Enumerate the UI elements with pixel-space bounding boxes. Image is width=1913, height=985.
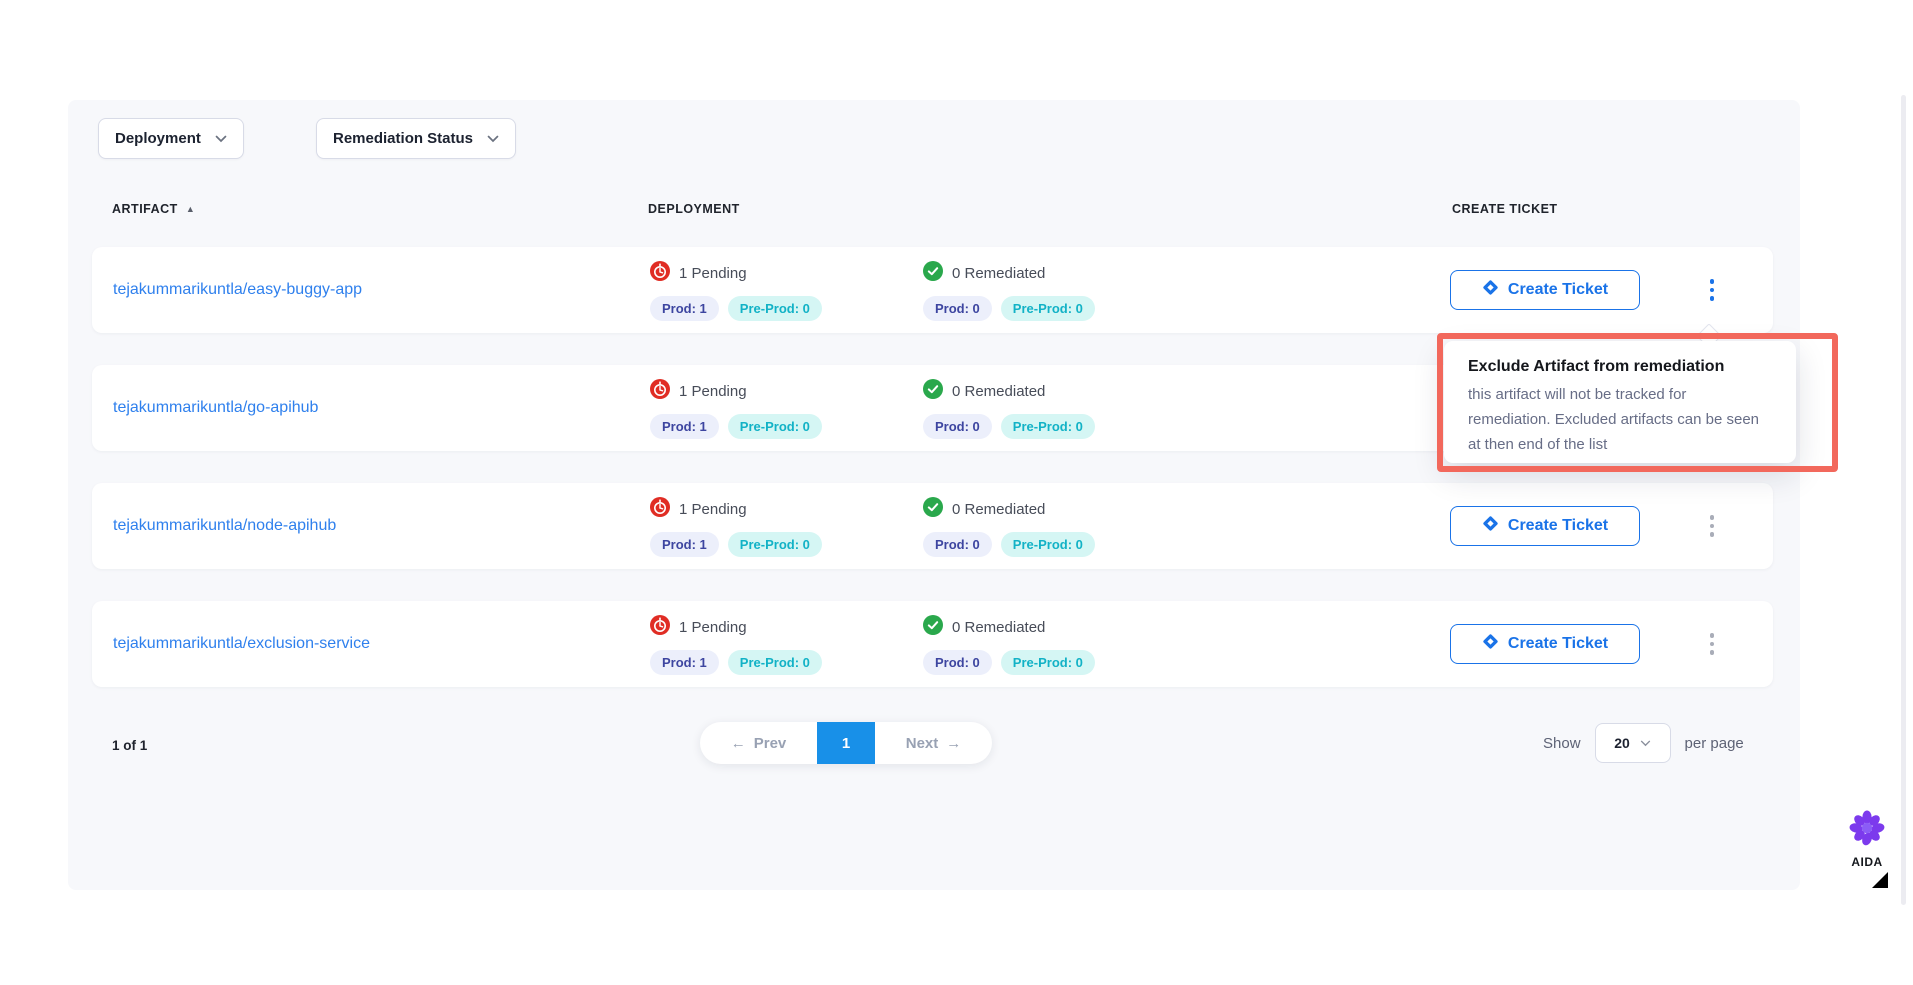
aida-widget[interactable]: AIDA <box>1838 808 1896 869</box>
menu-item-title: Exclude Artifact from remediation <box>1468 358 1772 376</box>
preprod-badge: Pre-Prod: 0 <box>1001 296 1095 321</box>
create-ticket-button[interactable]: Create Ticket <box>1450 506 1640 546</box>
resize-handle-icon[interactable] <box>1872 872 1888 888</box>
per-page-label: per page <box>1685 735 1744 752</box>
chevron-down-icon <box>487 130 499 148</box>
prev-page-button[interactable]: ← Prev <box>700 722 817 764</box>
preprod-badge: Pre-Prod: 0 <box>728 296 822 321</box>
page: Deployment Remediation Status ARTIFACT ▲… <box>0 0 1913 985</box>
pending-timer-icon <box>650 497 670 522</box>
create-ticket-label: Create Ticket <box>1508 517 1608 535</box>
prev-label: Prev <box>754 735 787 752</box>
row-actions-kebab-menu[interactable] <box>1690 268 1734 312</box>
artifact-link[interactable]: tejakummarikuntla/exclusion-service <box>113 601 370 687</box>
preprod-badge: Pre-Prod: 0 <box>728 650 822 675</box>
pending-count-label: 1 Pending <box>679 265 747 282</box>
remediated-count-label: 0 Remediated <box>952 383 1045 400</box>
deployment-filter-label: Deployment <box>115 130 201 147</box>
exclude-artifact-menu-item[interactable]: Exclude Artifact from remediation this a… <box>1444 341 1796 463</box>
pending-count-label: 1 Pending <box>679 383 747 400</box>
pending-timer-icon <box>650 615 670 640</box>
preprod-badge: Pre-Prod: 0 <box>728 532 822 557</box>
show-label: Show <box>1543 735 1581 752</box>
arrow-right-icon: → <box>946 735 961 752</box>
next-label: Next <box>906 735 939 752</box>
remediated-count-label: 0 Remediated <box>952 265 1045 282</box>
pager: ← Prev 1 Next → <box>700 722 992 764</box>
chevron-down-icon <box>1640 734 1651 752</box>
preprod-badge: Pre-Prod: 0 <box>1001 650 1095 675</box>
remediated-check-icon <box>923 379 943 404</box>
artifact-link[interactable]: tejakummarikuntla/go-apihub <box>113 365 318 451</box>
prod-badge: Prod: 0 <box>923 296 992 321</box>
next-page-button[interactable]: Next → <box>875 722 992 764</box>
pending-count-label: 1 Pending <box>679 619 747 636</box>
create-ticket-label: Create Ticket <box>1508 281 1608 299</box>
jira-diamond-icon <box>1482 633 1499 655</box>
remediated-count-label: 0 Remediated <box>952 619 1045 636</box>
table-row: tejakummarikuntla/node-apihub 1 Pending … <box>92 483 1773 569</box>
page-size-dropdown[interactable]: 20 <box>1595 723 1671 763</box>
pending-timer-icon <box>650 261 670 286</box>
remediation-status-filter-label: Remediation Status <box>333 130 473 147</box>
prod-badge: Prod: 0 <box>923 650 992 675</box>
pending-count-label: 1 Pending <box>679 501 747 518</box>
table-row: tejakummarikuntla/exclusion-service 1 Pe… <box>92 601 1773 687</box>
prod-badge: Prod: 1 <box>650 650 719 675</box>
preprod-badge: Pre-Prod: 0 <box>1001 532 1095 557</box>
sort-ascending-icon: ▲ <box>186 204 195 214</box>
preprod-badge: Pre-Prod: 0 <box>728 414 822 439</box>
row-actions-kebab-menu[interactable] <box>1690 622 1734 666</box>
artifacts-panel: Deployment Remediation Status ARTIFACT ▲… <box>68 100 1800 890</box>
create-ticket-button[interactable]: Create Ticket <box>1450 624 1640 664</box>
deployment-filter-dropdown[interactable]: Deployment <box>98 118 244 159</box>
menu-item-description: this artifact will not be tracked for re… <box>1468 382 1772 457</box>
preprod-badge: Pre-Prod: 0 <box>1001 414 1095 439</box>
table-row: tejakummarikuntla/easy-buggy-app 1 Pendi… <box>92 247 1773 333</box>
prod-badge: Prod: 1 <box>650 414 719 439</box>
jira-diamond-icon <box>1482 279 1499 301</box>
create-ticket-label: Create Ticket <box>1508 635 1608 653</box>
prod-badge: Prod: 1 <box>650 296 719 321</box>
prod-badge: Prod: 1 <box>650 532 719 557</box>
pending-timer-icon <box>650 379 670 404</box>
column-header-create-ticket: CREATE TICKET <box>1452 202 1558 216</box>
page-size-control: Show 20 per page <box>1543 722 1744 764</box>
column-header-deployment: DEPLOYMENT <box>648 202 740 216</box>
remediated-count-label: 0 Remediated <box>952 501 1045 518</box>
aida-flower-icon <box>1847 835 1887 852</box>
remediated-check-icon <box>923 497 943 522</box>
arrow-left-icon: ← <box>731 735 746 752</box>
prod-badge: Prod: 0 <box>923 414 992 439</box>
row-actions-kebab-menu[interactable] <box>1690 504 1734 548</box>
vertical-scrollbar[interactable] <box>1901 95 1906 905</box>
artifact-link[interactable]: tejakummarikuntla/node-apihub <box>113 483 336 569</box>
remediation-status-filter-dropdown[interactable]: Remediation Status <box>316 118 516 159</box>
artifact-header-label: ARTIFACT <box>112 202 178 216</box>
artifact-link[interactable]: tejakummarikuntla/easy-buggy-app <box>113 247 362 333</box>
chevron-down-icon <box>215 130 227 148</box>
remediated-check-icon <box>923 615 943 640</box>
prod-badge: Prod: 0 <box>923 532 992 557</box>
page-summary: 1 of 1 <box>112 738 147 753</box>
jira-diamond-icon <box>1482 515 1499 537</box>
page-size-value: 20 <box>1614 735 1630 751</box>
current-page-button[interactable]: 1 <box>817 722 875 764</box>
remediated-check-icon <box>923 261 943 286</box>
create-ticket-button[interactable]: Create Ticket <box>1450 270 1640 310</box>
column-header-artifact[interactable]: ARTIFACT ▲ <box>112 202 195 216</box>
aida-label: AIDA <box>1838 855 1896 869</box>
